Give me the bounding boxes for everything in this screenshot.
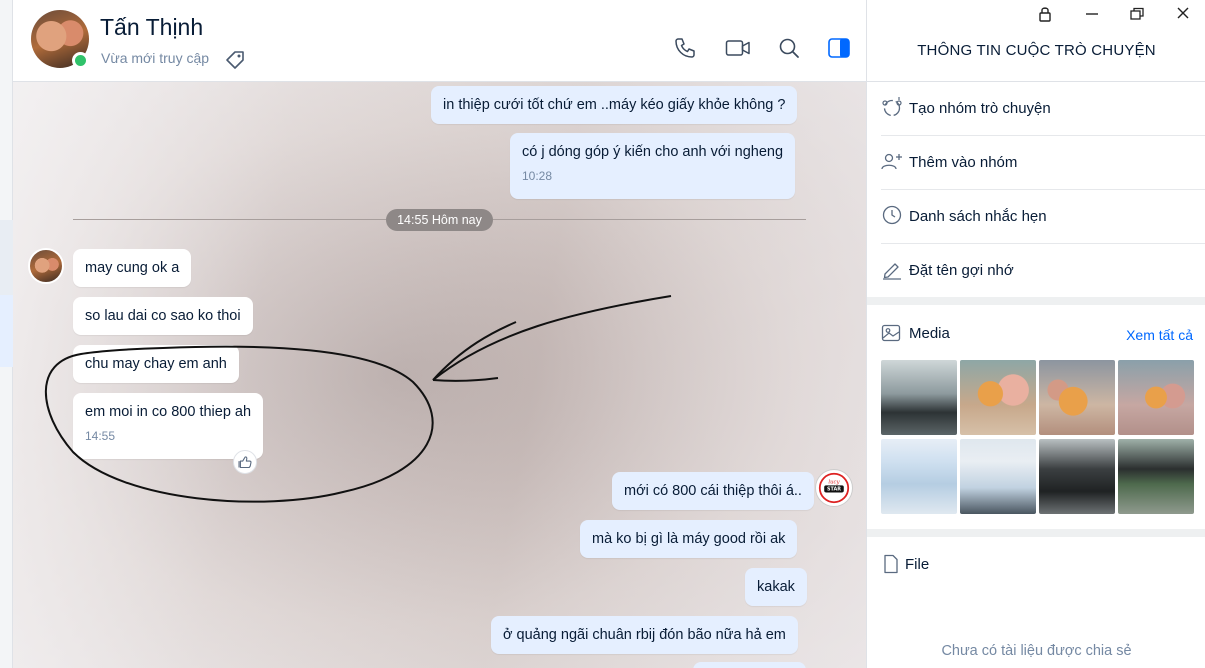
media-section-title: Media [909,325,950,342]
phone-icon[interactable] [673,36,697,60]
clock-icon [882,205,902,225]
restore-window-icon[interactable] [1125,4,1149,24]
add-to-group-icon [881,153,902,170]
message-bubble-partial[interactable] [693,662,806,668]
media-thumbnail[interactable] [881,360,957,435]
message-bubble[interactable]: ở quảng ngãi chuân rbij đón bão nữa hả e… [491,616,798,654]
close-icon[interactable] [1171,4,1195,24]
menu-reminders[interactable]: Danh sách nhắc hẹn [881,190,1205,244]
chat-header: Tấn Thịnh Vừa mới truy cập [13,0,866,82]
toggle-info-panel-icon[interactable] [827,36,851,60]
sender-avatar[interactable] [28,248,64,284]
my-avatar[interactable]: lucy STAR [816,470,852,506]
message-bubble[interactable]: em moi in co 800 thiep ah 14:55 [73,393,264,459]
message-bubble[interactable]: so lau dai co sao ko thoi [73,297,253,335]
media-thumbnail[interactable] [960,360,1036,435]
image-icon [881,324,901,342]
date-divider-line [493,219,806,220]
media-thumbnail[interactable] [1039,360,1115,435]
message-bubble[interactable]: may cung ok a [73,249,192,287]
message-text: em moi in co 800 thiep ah [85,404,252,420]
video-call-icon[interactable] [725,36,751,60]
media-thumbnail[interactable] [960,439,1036,514]
section-divider [867,529,1205,537]
menu-add-to-group[interactable]: Thêm vào nhóm [881,136,1205,190]
message-bubble[interactable]: in thiệp cưới tốt chứ em ..máy kéo giấy … [431,86,798,124]
file-section-title: File [905,556,930,573]
group-create-icon [882,97,902,117]
media-thumbnail[interactable] [1039,439,1115,514]
menu-label: Danh sách nhắc hẹn [909,208,1047,225]
media-thumbnail[interactable] [881,439,957,514]
media-thumbnail[interactable] [1118,439,1194,514]
panel-title: THÔNG TIN CUỘC TRÒ CHUYỆN [917,42,1156,59]
menu-label: Đặt tên gợi nhớ [909,262,1014,279]
online-status-dot [72,52,89,69]
date-divider-line [73,219,386,220]
menu-label: Tạo nhóm trò chuyện [909,100,1051,117]
see-all-link[interactable]: Xem tất cả [1126,327,1193,343]
minimize-icon[interactable] [1080,4,1104,24]
tag-icon[interactable] [225,50,245,70]
section-divider [867,297,1205,305]
message-list[interactable]: in thiệp cưới tốt chứ em ..máy kéo giấy … [13,82,866,668]
pencil-icon [883,263,901,280]
message-bubble[interactable]: mới có 800 cái thiệp thôi á.. [612,472,814,510]
menu-nickname[interactable]: Đặt tên gợi nhớ [881,244,1205,298]
menu-create-group[interactable]: Tạo nhóm trò chuyện [881,82,1205,136]
svg-text:lucy: lucy [828,480,840,486]
date-divider: 14:55 Hôm nay [386,209,493,231]
contact-status: Vừa mới truy cập [101,50,210,66]
svg-text:STAR: STAR [827,487,841,493]
message-bubble[interactable]: kakak [745,568,807,606]
media-thumbnail[interactable] [1118,360,1194,435]
message-time: 14:55 [85,429,116,443]
message-text: có j dóng góp ý kiến cho anh với ngheng [522,144,784,160]
search-icon[interactable] [777,36,801,60]
file-icon [884,554,898,574]
message-bubble[interactable]: mà ko bị gì là máy good rồi ak [580,520,798,558]
contact-name[interactable]: Tấn Thịnh [100,14,203,41]
file-empty-text: Chưa có tài liệu được chia sẻ [941,643,1132,659]
menu-label: Thêm vào nhóm [909,154,1018,171]
conversation-info-panel: THÔNG TIN CUỘC TRÒ CHUYỆN Tạo nhóm trò c… [866,0,1205,668]
message-bubble[interactable]: có j dóng góp ý kiến cho anh với ngheng … [510,133,796,199]
lock-icon[interactable] [1033,4,1057,24]
message-time: 10:28 [522,169,553,183]
message-bubble[interactable]: chu may chay em anh [73,345,239,383]
like-reaction-icon[interactable] [233,450,257,474]
conversation-list-edge [0,0,13,668]
